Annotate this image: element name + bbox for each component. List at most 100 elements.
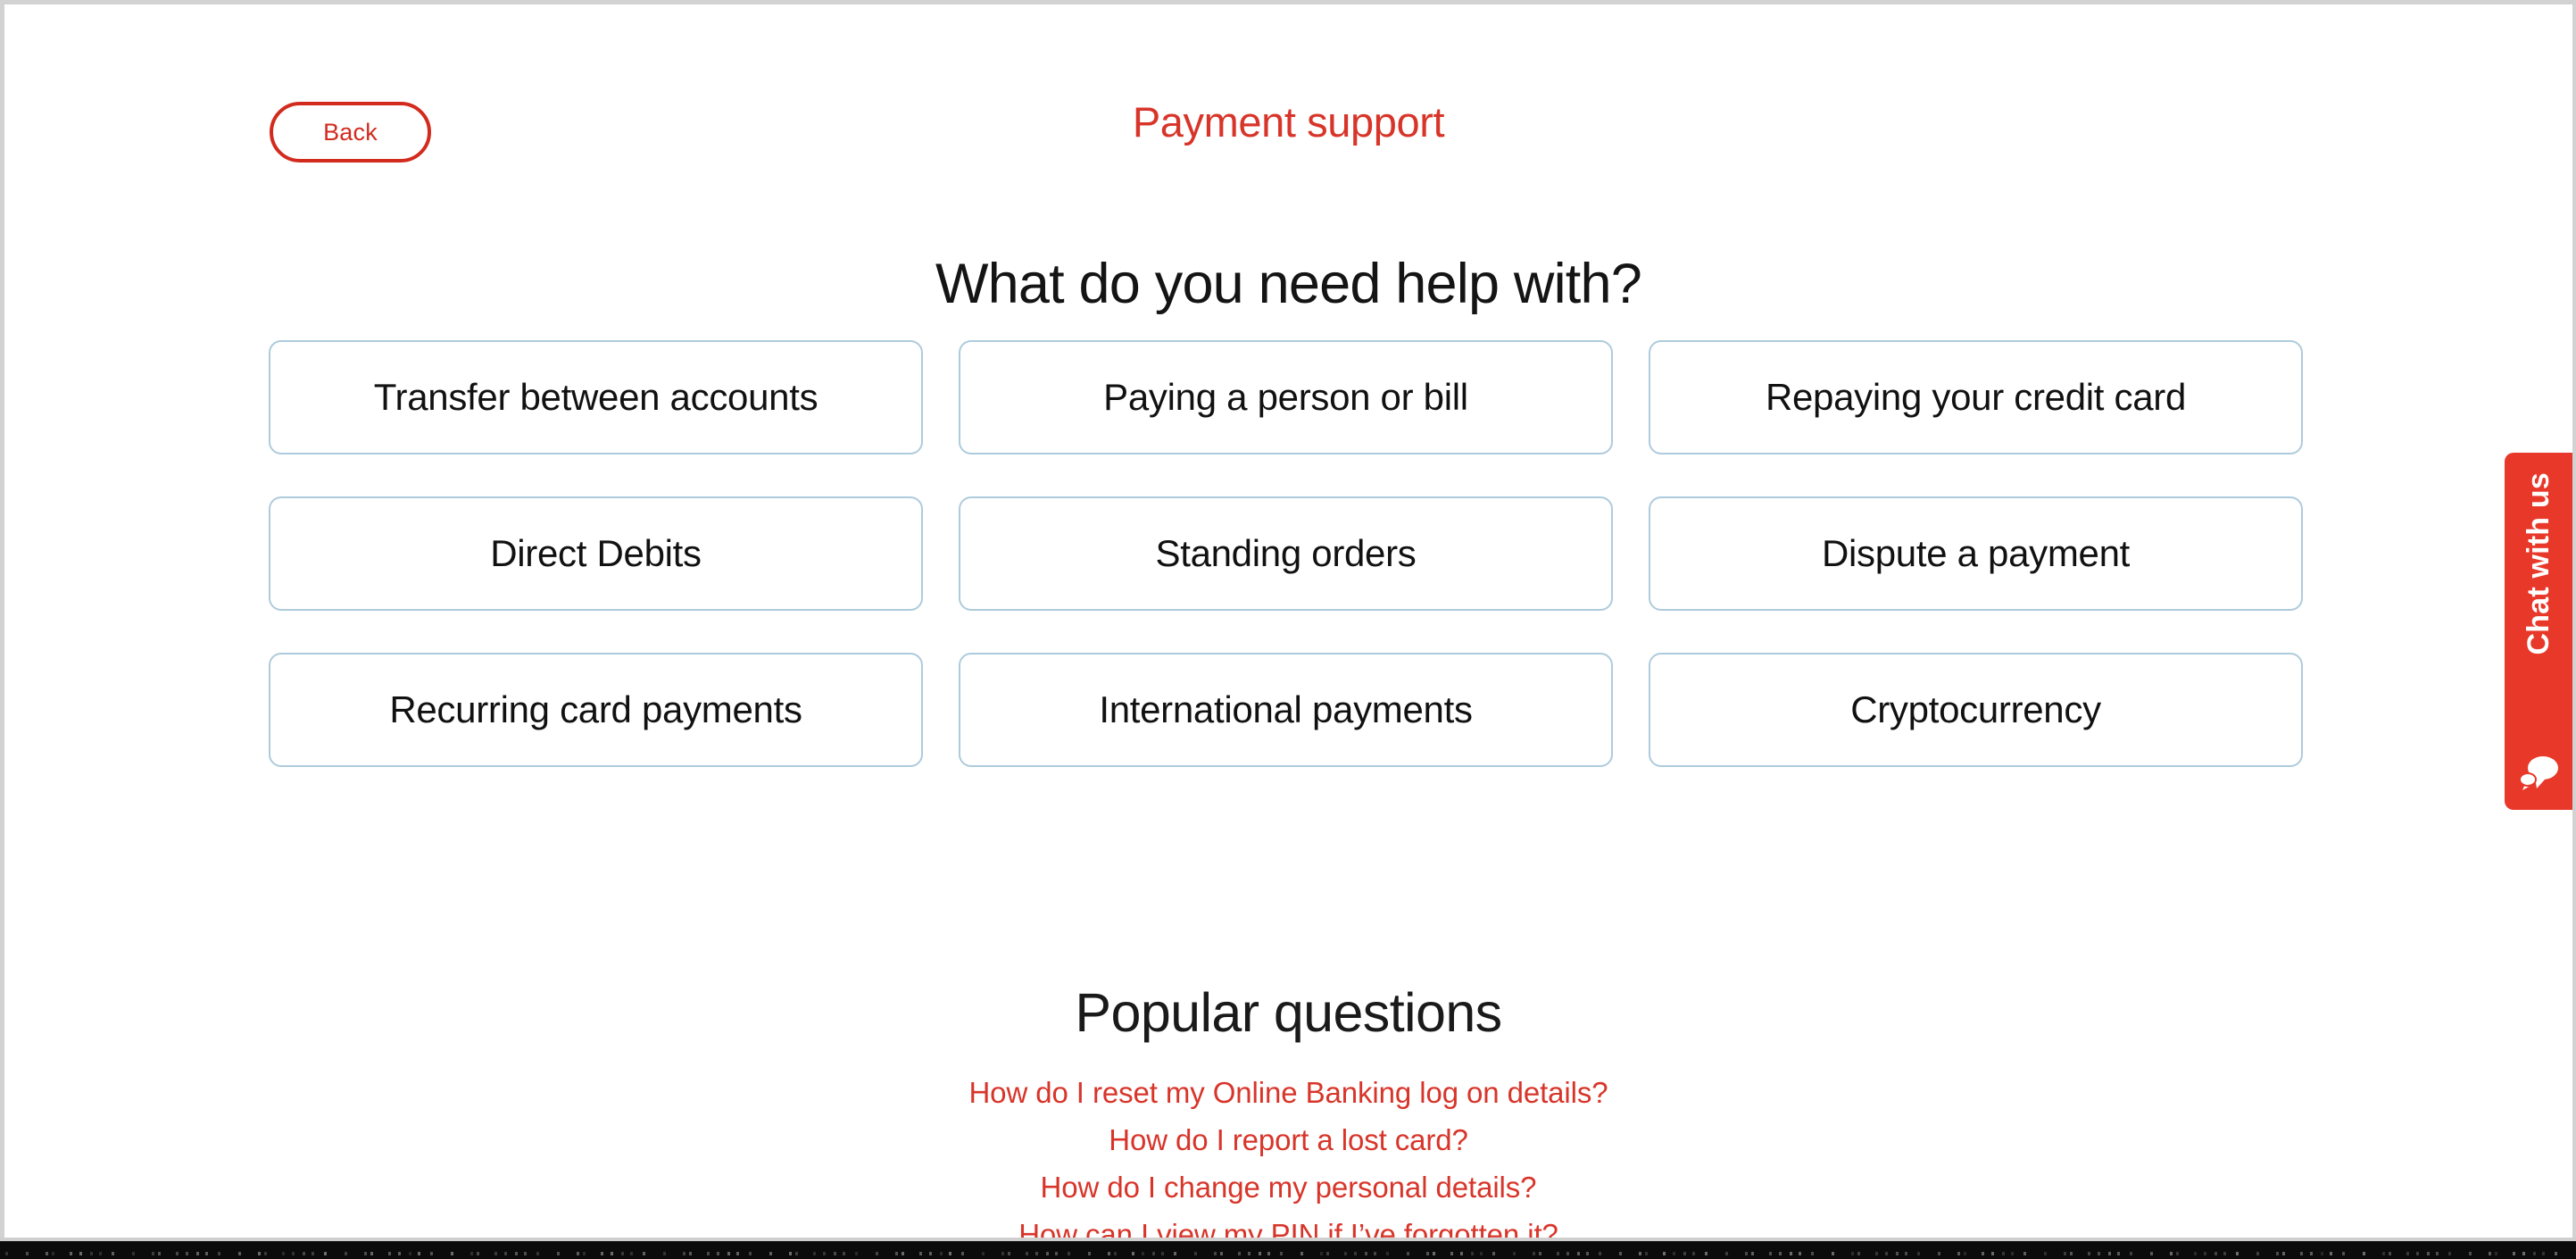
bottom-strip-speck: [205, 1252, 208, 1255]
bottom-strip-speck: [789, 1252, 792, 1255]
bottom-strip-speck: [902, 1252, 904, 1255]
bottom-strip-speck: [1114, 1252, 1117, 1255]
page-eyebrow-title: Payment support: [1132, 98, 1445, 146]
bottom-strip-speck: [643, 1252, 645, 1255]
bottom-strip-speck: [1539, 1252, 1541, 1255]
bottom-strip-speck: [2011, 1252, 2014, 1255]
bottom-strip-speck: [1692, 1252, 1695, 1255]
bottom-strip-speck: [1142, 1252, 1144, 1255]
topic-card-standing-orders[interactable]: Standing orders: [959, 496, 1613, 611]
bottom-strip-speck: [843, 1252, 845, 1255]
bottom-strip-speck: [940, 1252, 943, 1255]
bottom-strip-speck: [536, 1252, 539, 1255]
bottom-strip-speck: [90, 1252, 93, 1255]
bottom-strip-speck: [1450, 1252, 1453, 1255]
chat-with-us-label: Chat with us: [2521, 472, 2555, 655]
bottom-strip-speck: [1480, 1252, 1483, 1255]
bottom-strip-speck: [1433, 1252, 1435, 1255]
window-bottom-status-strip: [0, 1241, 2576, 1259]
bottom-strip-speck: [2382, 1252, 2385, 1255]
bottom-strip-speck: [795, 1252, 798, 1255]
topic-card-dispute-a-payment[interactable]: Dispute a payment: [1649, 496, 2303, 611]
popular-question-link[interactable]: How do I report a lost card?: [1109, 1123, 1468, 1156]
bottom-strip-speck: [929, 1252, 932, 1255]
bottom-strip-speck: [557, 1252, 560, 1255]
bottom-strip-speck: [1035, 1252, 1038, 1255]
bottom-strip-speck: [717, 1252, 719, 1255]
bottom-strip-speck: [418, 1252, 420, 1255]
bottom-strip-speck: [1769, 1252, 1772, 1255]
chat-with-us-tab[interactable]: Chat with us: [2505, 453, 2572, 810]
bottom-strip-speck: [2416, 1252, 2419, 1255]
bottom-strip-speck: [2256, 1252, 2259, 1255]
bottom-strip-speck: [1365, 1252, 1367, 1255]
bottom-strip-speck: [1220, 1252, 1223, 1255]
popular-question-link[interactable]: How do I reset my Online Banking log on …: [968, 1076, 1608, 1109]
bottom-strip-speck: [1152, 1252, 1155, 1255]
list-item: How do I report a lost card?: [4, 1120, 2572, 1167]
bottom-strip-speck: [1799, 1252, 1801, 1255]
bottom-strip-speck: [1645, 1252, 1648, 1255]
topic-card-label: Repaying your credit card: [1765, 375, 2187, 418]
bottom-strip-speck: [736, 1252, 739, 1255]
bottom-strip-speck: [1663, 1252, 1666, 1255]
payment-support-page: Back Payment support What do you need he…: [4, 4, 2572, 1238]
topic-card-paying-a-person-or-bill[interactable]: Paying a person or bill: [959, 340, 1613, 454]
bottom-strip-speck: [961, 1252, 964, 1255]
popular-question-link[interactable]: How do I change my personal details?: [1041, 1171, 1537, 1204]
bottom-strip-speck: [79, 1252, 82, 1255]
bottom-strip-speck: [2150, 1252, 2153, 1255]
topic-card-repaying-your-credit-card[interactable]: Repaying your credit card: [1649, 340, 2303, 454]
topic-card-label: Recurring card payments: [389, 688, 802, 730]
bottom-strip-speck: [2176, 1252, 2179, 1255]
bottom-strip-speck: [132, 1252, 135, 1255]
bottom-strip-speck: [1426, 1252, 1429, 1255]
bottom-strip-speck: [707, 1252, 710, 1255]
bottom-strip-speck: [1683, 1252, 1686, 1255]
bottom-strip-speck: [52, 1252, 54, 1255]
bottom-strip-speck: [630, 1252, 633, 1255]
bottom-strip-speck: [982, 1252, 985, 1255]
bottom-strip-speck: [364, 1252, 367, 1255]
bottom-strip-speck: [1460, 1252, 1463, 1255]
topic-card-transfer-between-accounts[interactable]: Transfer between accounts: [269, 340, 923, 454]
topic-card-international-payments[interactable]: International payments: [959, 653, 1613, 767]
bottom-strip-speck: [601, 1252, 603, 1255]
bottom-strip-speck: [2194, 1252, 2197, 1255]
bottom-strip-speck: [1026, 1252, 1028, 1255]
bottom-strip-speck: [813, 1252, 816, 1255]
bottom-strip-speck: [26, 1252, 29, 1255]
topic-card-direct-debits[interactable]: Direct Debits: [269, 496, 923, 611]
list-item: How do I change my personal details?: [4, 1167, 2572, 1214]
bottom-strip-speck: [524, 1252, 527, 1255]
bottom-strip-speck: [2522, 1252, 2525, 1255]
bottom-strip-speck: [2542, 1252, 2545, 1255]
bottom-strip-speck: [218, 1252, 220, 1255]
topic-card-label: Cryptocurrency: [1850, 688, 2101, 730]
bottom-strip-speck: [1046, 1252, 1049, 1255]
bottom-strip-speck: [430, 1252, 433, 1255]
bottom-strip-speck: [689, 1252, 692, 1255]
bottom-strip-speck: [1174, 1252, 1176, 1255]
bottom-strip-speck: [504, 1252, 507, 1255]
bottom-strip-speck: [1248, 1252, 1251, 1255]
bottom-strip-speck: [577, 1252, 579, 1255]
bottom-strip-speck: [2064, 1252, 2066, 1255]
bottom-strip-speck: [1832, 1252, 1834, 1255]
bottom-strip-speck: [282, 1252, 285, 1255]
bottom-strip-speck: [2204, 1252, 2206, 1255]
popular-question-link[interactable]: How can I view my PIN if I’ve forgotten …: [1018, 1218, 1558, 1238]
bottom-strip-speck: [1326, 1252, 1329, 1255]
bottom-strip-speck: [1267, 1252, 1270, 1255]
bottom-strip-speck: [1259, 1252, 1261, 1255]
bottom-strip-speck: [312, 1252, 314, 1255]
bottom-strip-speck: [1471, 1252, 1474, 1255]
bottom-strip-speck: [1875, 1252, 1878, 1255]
list-item: How can I view my PIN if I’ve forgotten …: [4, 1214, 2572, 1238]
bottom-strip-speck: [2427, 1252, 2430, 1255]
bottom-strip-speck: [1161, 1252, 1164, 1255]
bottom-strip-speck: [1779, 1252, 1782, 1255]
topic-card-recurring-card-payments[interactable]: Recurring card payments: [269, 653, 923, 767]
topic-card-cryptocurrency[interactable]: Cryptocurrency: [1649, 653, 2303, 767]
bottom-strip-speck: [2489, 1252, 2491, 1255]
